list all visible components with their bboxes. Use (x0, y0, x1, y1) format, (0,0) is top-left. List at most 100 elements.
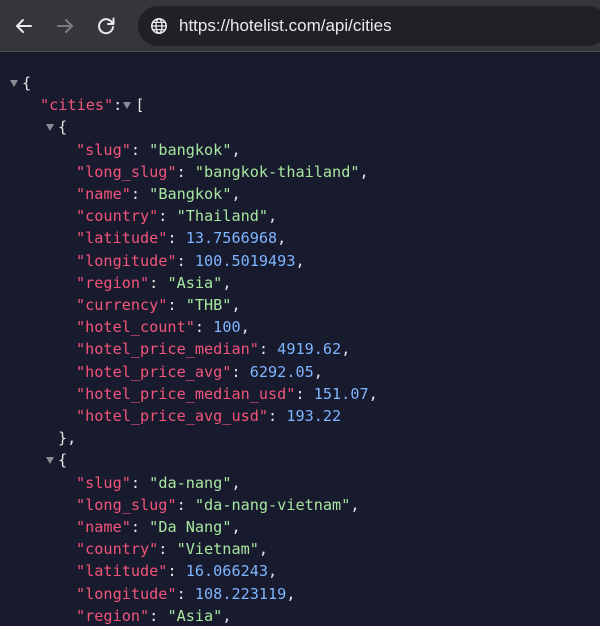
json-viewer: {"cities":[{"slug": "bangkok", "long_slug… (0, 53, 600, 626)
json-comma: , (240, 318, 250, 337)
json-field-line: "longitude": 100.5019493, (76, 250, 305, 272)
json-field-line: "country": "Thailand", (76, 205, 277, 227)
json-field-line: "longitude": 108.223119, (76, 583, 295, 605)
json-colon: : (167, 229, 186, 248)
json-number-value: 4919.62 (277, 340, 342, 359)
collapse-toggle-icon[interactable] (46, 124, 54, 132)
json-key: "slug" (76, 473, 131, 492)
globe-icon[interactable] (150, 17, 168, 35)
json-key: "hotel_price_median_usd" (76, 384, 296, 403)
json-colon: : (149, 606, 168, 625)
json-key: "latitude" (76, 562, 168, 581)
json-field-line: "currency": "THB", (76, 294, 241, 316)
json-brace: { (58, 451, 68, 470)
json-comma: , (268, 207, 278, 226)
json-object-open: { (58, 449, 67, 471)
json-key: "country" (76, 207, 159, 226)
json-comma: , (341, 340, 351, 359)
json-colon: : (149, 273, 168, 292)
json-brace: { (58, 118, 68, 137)
forward-button[interactable] (53, 14, 77, 38)
json-comma: , (222, 606, 232, 625)
json-number-value: 16.066243 (185, 562, 269, 581)
json-key: "name" (76, 518, 131, 536)
json-field-line: "region": "Asia", (76, 605, 231, 626)
json-comma: , (277, 229, 287, 248)
arrow-left-icon (16, 19, 32, 33)
json-colon: : (295, 384, 314, 403)
json-brace: }, (58, 429, 77, 448)
json-key: "region" (76, 273, 150, 292)
json-root-open: { (22, 72, 31, 94)
json-comma: , (231, 296, 241, 314)
json-key: "longitude" (76, 251, 177, 270)
json-colon: : (130, 140, 150, 159)
json-cities-line: "cities": [ (40, 94, 144, 116)
json-key: "name" (76, 185, 131, 203)
json-comma: , (268, 562, 278, 581)
json-bracket: [ (135, 96, 145, 115)
collapse-toggle-icon[interactable] (10, 80, 18, 87)
json-comma: , (231, 140, 241, 159)
json-comma: , (231, 473, 241, 492)
json-key: "long_slug" (76, 162, 177, 181)
json-field-line: "hotel_price_avg": 6292.05, (76, 361, 323, 383)
json-object-open: { (58, 116, 67, 138)
collapse-toggle-icon[interactable] (46, 457, 54, 465)
reload-button[interactable] (94, 14, 118, 38)
json-string-value: "THB" (185, 296, 232, 314)
url-text[interactable]: https://hotelist.com/api/cities (179, 16, 392, 36)
json-colon: : (258, 340, 278, 359)
collapse-toggle-icon[interactable] (122, 94, 135, 116)
json-key: "longitude" (76, 584, 177, 603)
json-field-line: "latitude": 13.7566968, (76, 227, 286, 249)
json-comma: , (231, 518, 241, 536)
json-key: "long_slug" (76, 495, 177, 514)
json-number-value: 13.7566968 (185, 229, 278, 248)
back-button[interactable] (12, 14, 36, 38)
json-key: "latitude" (76, 229, 168, 248)
json-string-value: "Asia" (167, 606, 223, 625)
json-key: "country" (76, 540, 159, 559)
json-field-line: "hotel_count": 100, (76, 316, 250, 338)
json-key: "hotel_price_avg_usd" (76, 407, 269, 425)
json-colon: : (167, 562, 186, 581)
json-number-value: 193.22 (286, 407, 342, 425)
json-string-value: "bangkok" (149, 140, 232, 159)
json-brace: { (22, 74, 32, 92)
address-bar[interactable]: https://hotelist.com/api/cities (138, 6, 600, 46)
reload-icon (98, 17, 115, 35)
json-colon: : (176, 162, 195, 181)
json-key: "region" (76, 606, 150, 625)
chevron-down-icon (123, 102, 132, 110)
json-field-line: "slug": "bangkok", (76, 139, 241, 161)
json-field-line: "region": "Asia", (76, 272, 231, 294)
json-colon: : (231, 362, 250, 381)
json-colon: : (176, 495, 195, 514)
json-field-line: "latitude": 16.066243, (76, 560, 277, 582)
json-number-value: 108.223119 (194, 584, 287, 603)
json-colon: : (176, 584, 195, 603)
json-colon: : (158, 540, 177, 559)
json-colon: : (130, 185, 150, 203)
json-field-line: "hotel_price_median": 4919.62, (76, 338, 350, 360)
json-colon: : (176, 251, 195, 270)
json-object-close: }, (58, 427, 76, 449)
json-string-value: "Da Nang" (149, 518, 232, 536)
json-key: "hotel_count" (76, 318, 195, 337)
json-string-value: "Bangkok" (149, 185, 232, 203)
json-field-line: "hotel_price_avg_usd": 193.22 (76, 405, 341, 427)
json-comma: , (286, 584, 296, 603)
json-comma: , (313, 362, 323, 381)
json-field-line: "long_slug": "da-nang-vietnam", (76, 494, 360, 516)
json-comma: , (368, 384, 378, 403)
json-comma: , (295, 251, 305, 270)
browser-toolbar: https://hotelist.com/api/cities (0, 0, 600, 52)
json-key: "cities" (40, 96, 114, 115)
json-colon: : (268, 407, 287, 425)
json-field-line: "slug": "da-nang", (76, 472, 241, 494)
json-comma: , (222, 273, 232, 292)
json-string-value: "Asia" (167, 273, 223, 292)
json-comma: , (359, 162, 369, 181)
json-string-value: "da-nang" (149, 473, 232, 492)
